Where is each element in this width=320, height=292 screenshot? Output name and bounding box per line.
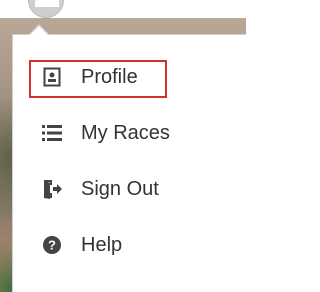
menu-item-label: Help: [81, 233, 123, 256]
profile-icon: [41, 66, 63, 88]
menu-item-help[interactable]: ? Help: [13, 221, 246, 269]
menu-item-my-races[interactable]: My Races: [13, 109, 246, 157]
help-icon: ?: [41, 234, 63, 256]
menu-item-profile[interactable]: Profile: [13, 53, 246, 101]
user-avatar[interactable]: [28, 0, 64, 18]
menu-item-label: Sign Out: [81, 177, 159, 200]
menu-item-sign-out[interactable]: Sign Out: [13, 165, 246, 213]
sign-out-icon: [41, 178, 63, 200]
menu-item-label: Profile: [81, 65, 138, 88]
page: Profile My Races Sign Out ? Help: [0, 0, 246, 292]
list-icon: [41, 122, 63, 144]
menu-caret-inner: [29, 26, 49, 36]
avatar-icon: [28, 0, 64, 18]
svg-text:?: ?: [48, 238, 56, 253]
user-dropdown-menu: Profile My Races Sign Out ? Help: [12, 34, 246, 292]
menu-item-label: My Races: [81, 121, 170, 144]
